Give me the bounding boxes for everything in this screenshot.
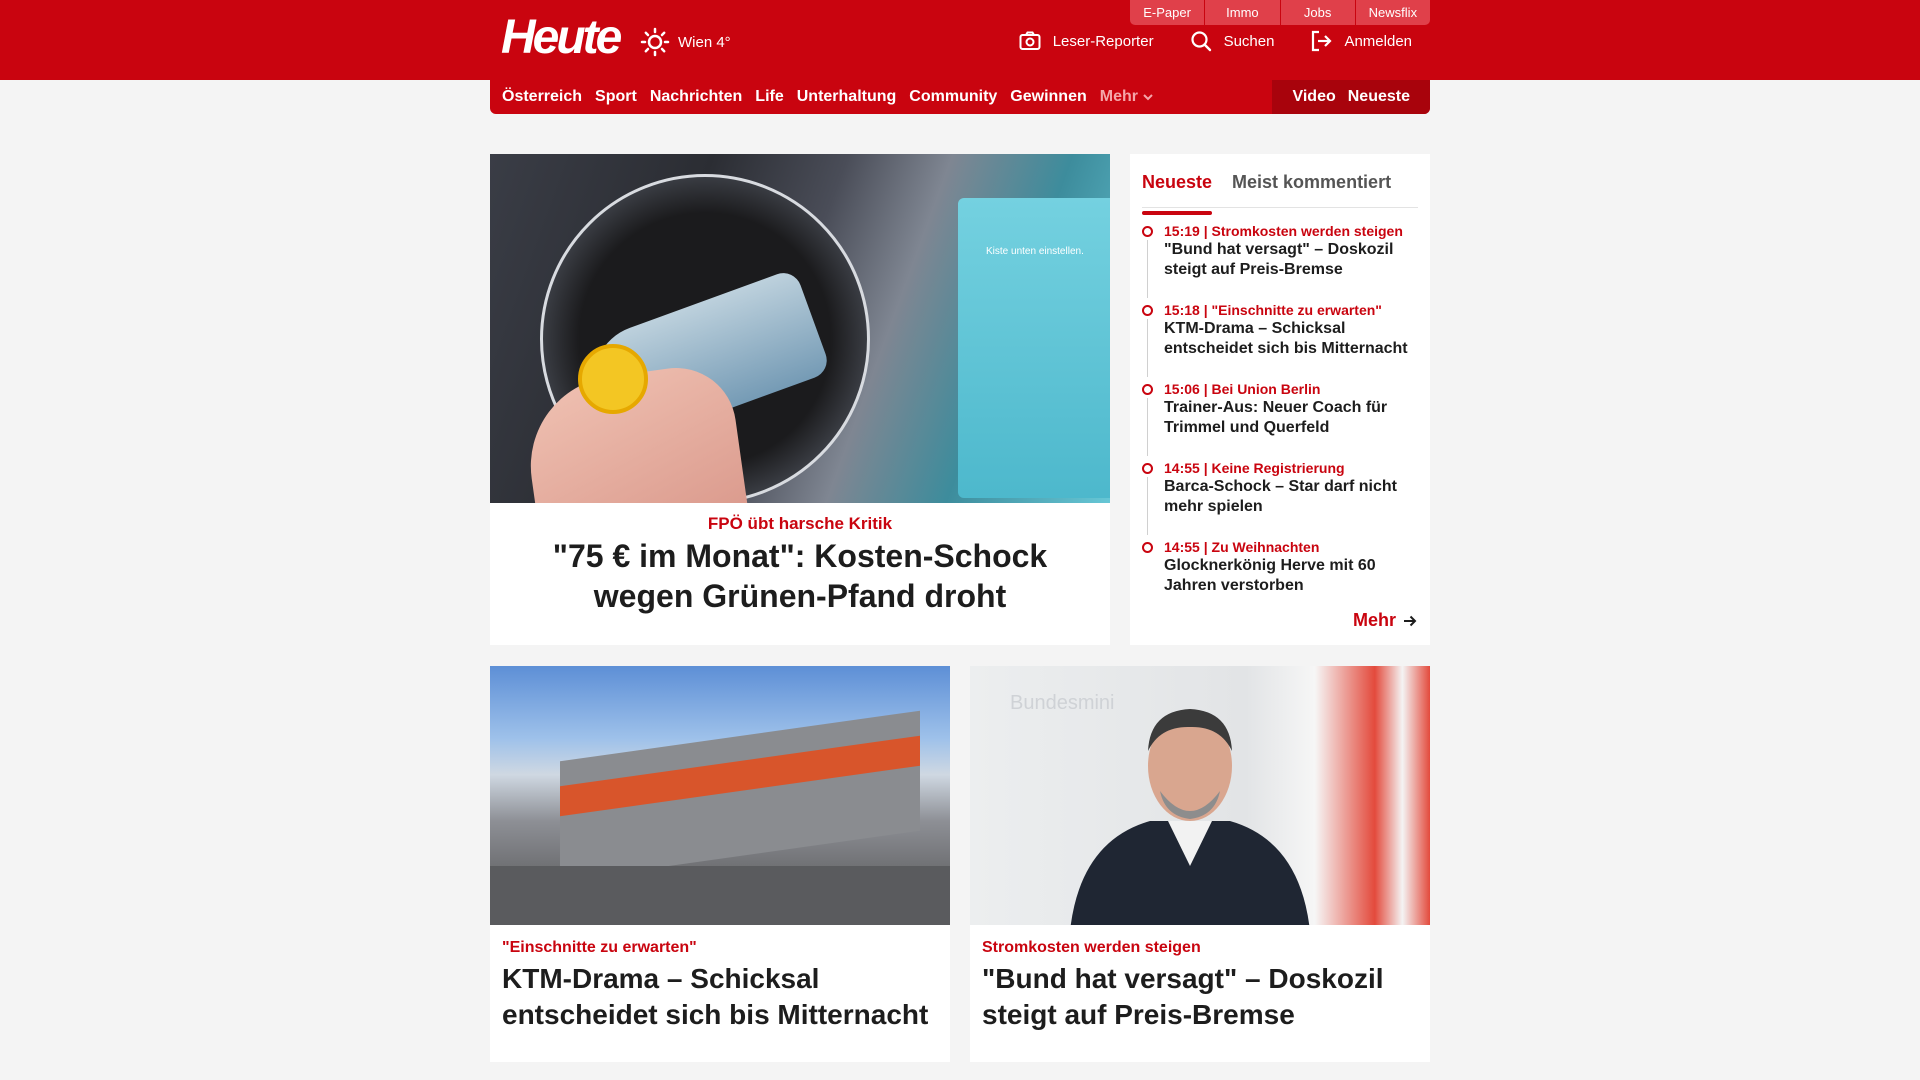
arrow-right-icon <box>1404 615 1417 626</box>
ticker-item[interactable]: 15:06 | Bei Union Berlin Trainer-Aus: Ne… <box>1142 380 1418 459</box>
ticker-time: 14:55 <box>1164 539 1200 555</box>
ticker-topic: Bei Union Berlin <box>1211 381 1321 397</box>
ticker-list: 15:19 | Stromkosten werden steigen "Bund… <box>1142 222 1418 617</box>
ticker-headline[interactable]: KTM-Drama – Schicksal entscheidet sich b… <box>1164 319 1418 359</box>
nav-more-label: Mehr <box>1099 88 1138 105</box>
ticker-time: 14:55 <box>1164 460 1200 476</box>
machine-screen-text: Kiste unten einstellen. <box>986 246 1084 257</box>
ticker-item[interactable]: 15:19 | Stromkosten werden steigen "Bund… <box>1142 222 1418 301</box>
top-link-newsflix[interactable]: Newsflix <box>1355 0 1430 25</box>
nav-more-dropdown[interactable]: Mehr <box>1100 88 1153 106</box>
nav-item-neueste[interactable]: Neueste <box>1348 88 1410 106</box>
nav-item-sport[interactable]: Sport <box>595 88 637 106</box>
ticker-meta: 15:06 | Bei Union Berlin <box>1164 381 1321 397</box>
nav-item-gewinnen[interactable]: Gewinnen <box>1010 88 1086 106</box>
nav-item-video[interactable]: Video <box>1292 88 1335 106</box>
timeline-line <box>1147 240 1148 298</box>
leser-reporter-label: Leser-Reporter <box>1052 32 1154 50</box>
timeline-line <box>1147 319 1148 377</box>
hero-title[interactable]: "75 € im Monat": Kosten-Schock wegen Grü… <box>490 534 1110 616</box>
ticker-headline[interactable]: Trainer-Aus: Neuer Coach für Trimmel und… <box>1164 398 1418 438</box>
nav-item-oesterreich[interactable]: Österreich <box>502 88 582 106</box>
article-card[interactable]: Bundesmini Stromkosten werden steigen "B… <box>970 666 1430 1062</box>
machine-screen <box>958 198 1110 498</box>
ticker-item[interactable]: 14:55 | Keine Registrierung Barca-Schock… <box>1142 459 1418 538</box>
tab-neueste[interactable]: Neueste <box>1142 164 1213 215</box>
ticker-topic: Keine Registrierung <box>1211 460 1345 476</box>
bottle-cap <box>578 344 648 414</box>
ticker-topic: Stromkosten werden steigen <box>1211 223 1403 239</box>
ticker-more-link[interactable]: Mehr <box>1353 610 1418 631</box>
camera-icon <box>1019 31 1041 50</box>
ktm-building-image <box>490 666 950 925</box>
chevron-down-icon <box>1143 94 1153 101</box>
leser-reporter-button[interactable]: Leser-Reporter <box>1019 30 1154 52</box>
ticker-more-label: Mehr <box>1352 610 1396 630</box>
search-icon <box>1190 31 1211 52</box>
timeline-line <box>1147 398 1148 456</box>
weather-widget[interactable]: Wien 4° <box>640 24 731 60</box>
article-card[interactable]: "Einschnitte zu erwarten" KTM-Drama – Sc… <box>490 666 950 1062</box>
doskozil-image: Bundesmini <box>970 666 1430 925</box>
top-link-immo[interactable]: Immo <box>1205 0 1281 25</box>
road <box>490 866 950 925</box>
login-icon <box>1312 30 1333 52</box>
nav-item-nachrichten[interactable]: Nachrichten <box>650 88 742 106</box>
news-ticker: Neueste Meist kommentiert 15:19 | Stromk… <box>1130 154 1430 645</box>
ticker-topic: "Einschnitte zu erwarten" <box>1211 302 1382 318</box>
timeline-dot <box>1142 305 1153 316</box>
timeline-line <box>1147 477 1148 535</box>
ticker-meta: 15:19 | Stromkosten werden steigen <box>1164 223 1403 239</box>
card-kicker: "Einschnitte zu erwarten" <box>502 939 697 956</box>
search-label: Suchen <box>1223 32 1275 50</box>
card-title[interactable]: "Bund hat versagt" – Doskozil steigt auf… <box>970 957 1430 1033</box>
ticker-meta: 14:55 | Zu Weihnachten <box>1164 539 1320 555</box>
sun-icon <box>640 27 670 57</box>
nav-item-life[interactable]: Life <box>755 88 783 106</box>
hero-article[interactable]: Kiste unten einstellen. FPÖ übt harsche … <box>490 154 1110 645</box>
nav-right-group: Video Neueste <box>1272 80 1430 114</box>
card-kicker: Stromkosten werden steigen <box>982 939 1201 956</box>
site-logo[interactable]: Heute <box>501 8 622 68</box>
ticker-headline[interactable]: "Bund hat versagt" – Doskozil steigt auf… <box>1164 240 1418 280</box>
timeline-dot <box>1142 226 1153 237</box>
card-title[interactable]: KTM-Drama – Schicksal entscheidet sich b… <box>490 957 950 1033</box>
top-link-jobs[interactable]: Jobs <box>1280 0 1356 25</box>
ticker-topic: Zu Weihnachten <box>1211 539 1320 555</box>
ticker-headline[interactable]: Barca-Schock – Star darf nicht mehr spie… <box>1164 477 1418 517</box>
hero-image: Kiste unten einstellen. <box>490 154 1110 503</box>
person-silhouette <box>1070 709 1310 925</box>
ticker-meta: 14:55 | Keine Registrierung <box>1164 460 1345 476</box>
main-nav: Österreich Sport Nachrichten Life Unterh… <box>490 80 1430 114</box>
nav-item-unterhaltung[interactable]: Unterhaltung <box>797 88 897 106</box>
ticker-meta: 15:18 | "Einschnitte zu erwarten" <box>1164 302 1382 318</box>
site-header: E-Paper Immo Jobs Newsflix Heute Wien 4°… <box>0 0 1920 80</box>
hero-kicker: FPÖ übt harsche Kritik <box>707 514 893 533</box>
login-button[interactable]: Anmelden <box>1310 30 1412 52</box>
ticker-time: 15:19 <box>1164 223 1200 239</box>
timeline-dot <box>1142 463 1153 474</box>
timeline-dot <box>1142 384 1153 395</box>
nav-item-community[interactable]: Community <box>909 88 997 106</box>
ticker-item[interactable]: 15:18 | "Einschnitte zu erwarten" KTM-Dr… <box>1142 301 1418 380</box>
top-links: E-Paper Immo Jobs Newsflix <box>1130 0 1430 25</box>
timeline-dot <box>1142 542 1153 553</box>
ticker-time: 15:18 <box>1164 302 1200 318</box>
header-actions: Leser-Reporter Suchen Anmelden <box>1019 30 1412 52</box>
search-button[interactable]: Suchen <box>1190 30 1275 52</box>
ticker-headline[interactable]: Glocknerkönig Herve mit 60 Jahren versto… <box>1164 556 1418 596</box>
weather-text: Wien 4° <box>678 33 731 51</box>
login-label: Anmelden <box>1344 32 1412 50</box>
ticker-tabs: Neueste Meist kommentiert <box>1142 164 1418 215</box>
tab-meist-kommentiert[interactable]: Meist kommentiert <box>1232 164 1391 207</box>
top-link-epaper[interactable]: E-Paper <box>1130 0 1206 25</box>
ticker-item[interactable]: 14:55 | Zu Weihnachten Glocknerkönig Her… <box>1142 538 1418 617</box>
ticker-time: 15:06 <box>1164 381 1200 397</box>
